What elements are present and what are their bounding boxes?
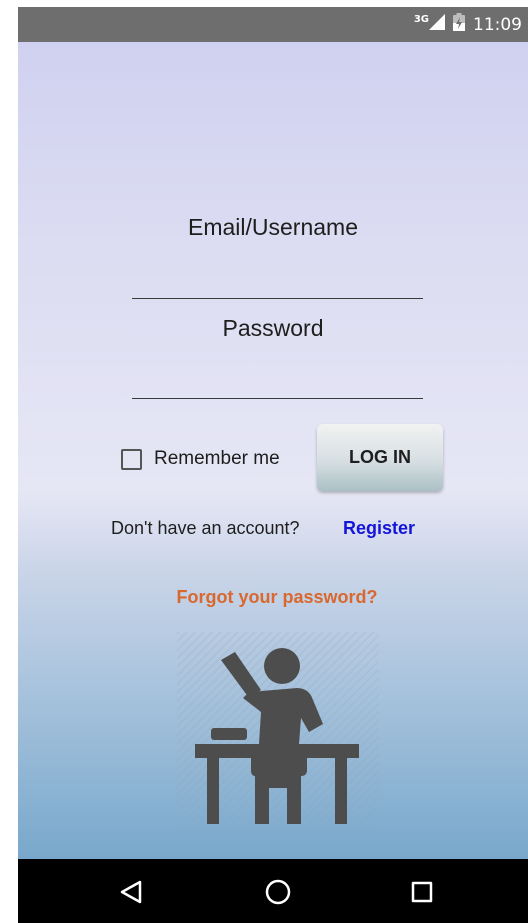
register-link[interactable]: Register — [343, 518, 415, 539]
recents-icon[interactable] — [402, 875, 442, 909]
phone-screen: 3G 11:09 Email/Username Password Remembe… — [18, 7, 528, 923]
email-field[interactable] — [132, 262, 423, 299]
back-icon[interactable] — [111, 875, 151, 909]
remember-me-checkbox[interactable]: Remember me — [121, 448, 280, 470]
remember-me-label: Remember me — [154, 448, 280, 469]
password-field[interactable] — [132, 362, 423, 399]
signal-icon — [429, 14, 445, 35]
password-label: Password — [222, 315, 324, 341]
student-at-desk-icon — [177, 632, 379, 834]
login-button[interactable]: LOG IN — [317, 424, 443, 491]
forgot-password-link[interactable]: Forgot your password? — [18, 587, 528, 608]
status-icons: 3G 11:09 — [414, 7, 522, 42]
no-account-text: Don't have an account? — [111, 518, 300, 538]
home-icon[interactable] — [258, 875, 298, 909]
clock-time: 11:09 — [473, 14, 522, 35]
navigation-bar — [18, 859, 528, 923]
network-type-label: 3G — [413, 14, 429, 25]
login-screen: Email/Username Password Remember me LOG … — [18, 42, 528, 859]
checkbox-box[interactable] — [121, 448, 142, 470]
email-label: Email/Username — [188, 214, 358, 240]
status-bar: 3G 11:09 — [18, 7, 528, 42]
battery-icon — [453, 13, 465, 36]
